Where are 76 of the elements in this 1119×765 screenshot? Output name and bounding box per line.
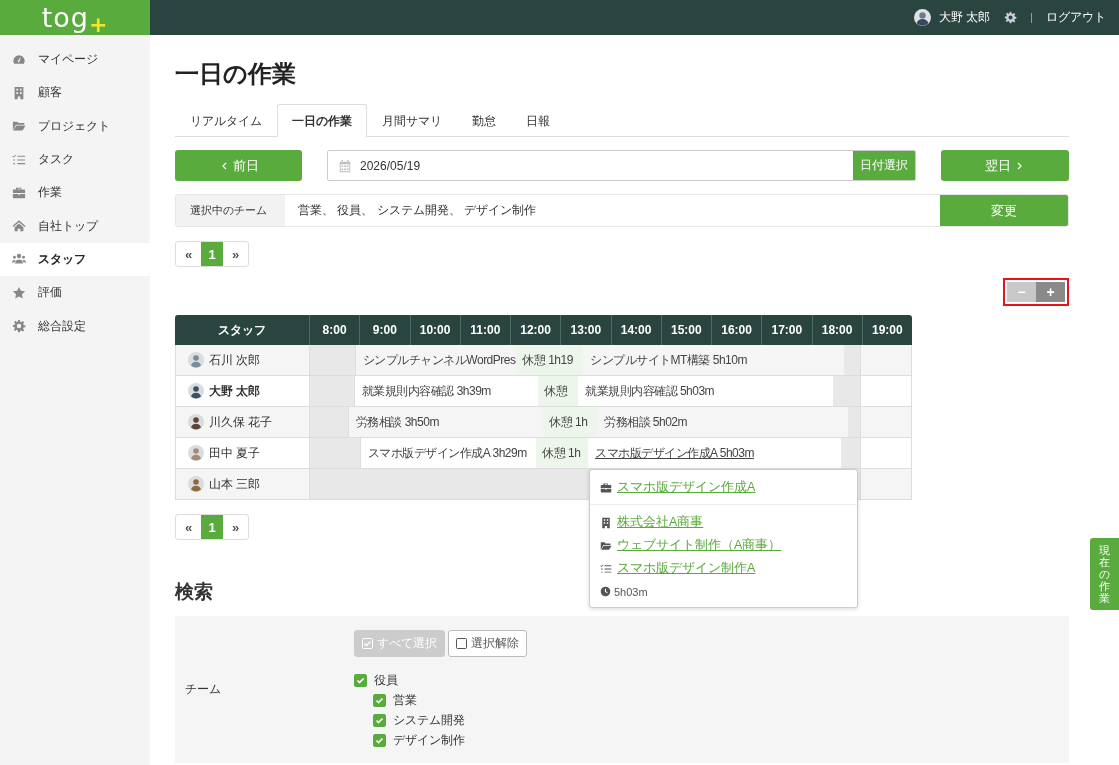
duration: 5h03m: [614, 585, 648, 598]
briefcase-icon: [600, 481, 612, 494]
work-block[interactable]: シンプルチャンネルWordPres: [355, 345, 517, 375]
page-link[interactable]: «: [176, 515, 201, 539]
list-icon: [600, 562, 612, 575]
break-block: 休憩 1h: [543, 407, 597, 437]
team-filter-label: 選択中のチーム: [176, 195, 285, 226]
tab[interactable]: 勤怠: [457, 104, 511, 137]
avatar: [188, 414, 204, 430]
team-label: システム開発: [393, 711, 465, 729]
work-block[interactable]: 労務相談 5h02m: [597, 407, 849, 437]
work-block[interactable]: シンプルサイトMT構築 5h10m: [583, 345, 845, 375]
building-icon: [12, 85, 26, 100]
sidebar-item[interactable]: 評価: [0, 276, 150, 310]
section-heading: 検索: [175, 580, 213, 604]
calendar-icon: [338, 158, 352, 173]
settings-icon: [12, 319, 26, 333]
avatar: [188, 352, 204, 368]
sidebar-item[interactable]: プロジェクト: [0, 109, 150, 143]
work-block[interactable]: スマホ版デザイン作成A 3h29m: [360, 438, 537, 468]
sidebar-item[interactable]: タスク: [0, 142, 150, 177]
avatar: [188, 476, 204, 492]
date-field[interactable]: 2026/05/19 日付選択: [327, 150, 916, 181]
logout-link[interactable]: ログアウト: [1046, 9, 1106, 26]
page-link[interactable]: »: [223, 242, 248, 266]
briefcase-icon: [12, 185, 26, 200]
settings-icon: [1004, 11, 1017, 24]
work-block[interactable]: 労務相談 3h50m: [348, 407, 544, 437]
folder-icon: [600, 539, 612, 552]
gauge-icon: [12, 52, 26, 67]
team-label: デザイン制作: [393, 731, 465, 749]
sidebar-item[interactable]: 顧客: [0, 76, 150, 110]
sidebar-item[interactable]: マイページ: [0, 43, 150, 77]
checkbox[interactable]: [354, 673, 367, 687]
work-block[interactable]: 就業規則内容確認 3h39m: [354, 376, 539, 406]
clock-icon: [600, 586, 611, 597]
tab[interactable]: リアルタイム: [175, 104, 277, 137]
star-icon: [12, 285, 26, 300]
staff-name[interactable]: 石川 次郎: [209, 351, 261, 369]
sidebar-item[interactable]: 自社トップ: [0, 209, 150, 243]
selected-teams: 営業、 役員、 システム開発、 デザイン制作: [297, 202, 537, 219]
tab[interactable]: 日報: [511, 104, 565, 137]
page-link[interactable]: «: [176, 242, 201, 266]
empty-checkbox-icon: [456, 638, 467, 649]
user-avatar: [913, 9, 931, 26]
column-header: スタッフ: [217, 321, 267, 339]
staff-name[interactable]: 川久保 花子: [209, 413, 273, 431]
sidebar-item[interactable]: 作業: [0, 176, 150, 210]
list-icon: [12, 152, 26, 167]
sidebar-item[interactable]: 総合設定: [0, 309, 150, 343]
work-block[interactable]: 就業規則内容確認 5h03m: [578, 376, 834, 406]
staff-name[interactable]: 田中 夏子: [209, 444, 261, 462]
home-icon: [12, 219, 26, 234]
break-block: 休憩 1h19: [516, 345, 584, 375]
staff-name[interactable]: 山本 三郎: [209, 475, 261, 493]
avatar: [188, 445, 204, 461]
tab[interactable]: 一日の作業: [277, 104, 367, 137]
building-icon: [600, 516, 612, 529]
checkbox[interactable]: [373, 693, 386, 707]
tab[interactable]: 月間サマリ: [367, 104, 457, 137]
team-label: 営業: [393, 691, 417, 709]
sidebar-item[interactable]: スタッフ: [0, 242, 150, 277]
checkbox[interactable]: [373, 713, 386, 727]
break-block: 休憩 1h: [536, 438, 589, 468]
staff-name[interactable]: 大野 太郎: [209, 382, 261, 400]
team-label: 役員: [374, 671, 398, 689]
avatar: [188, 383, 204, 399]
page-title: 一日の作業: [175, 59, 297, 89]
checkbox[interactable]: [373, 733, 386, 747]
checkbox-icon: [362, 638, 373, 649]
clear-selection-button[interactable]: 選択解除: [448, 630, 527, 657]
work-block[interactable]: スマホ版デザイン作成A 5h03m: [588, 438, 842, 468]
page-link[interactable]: »: [223, 515, 248, 539]
field-label: チーム: [184, 681, 222, 698]
break-block: 休憩: [538, 376, 579, 406]
user-name[interactable]: 大野 太郎: [938, 9, 990, 26]
